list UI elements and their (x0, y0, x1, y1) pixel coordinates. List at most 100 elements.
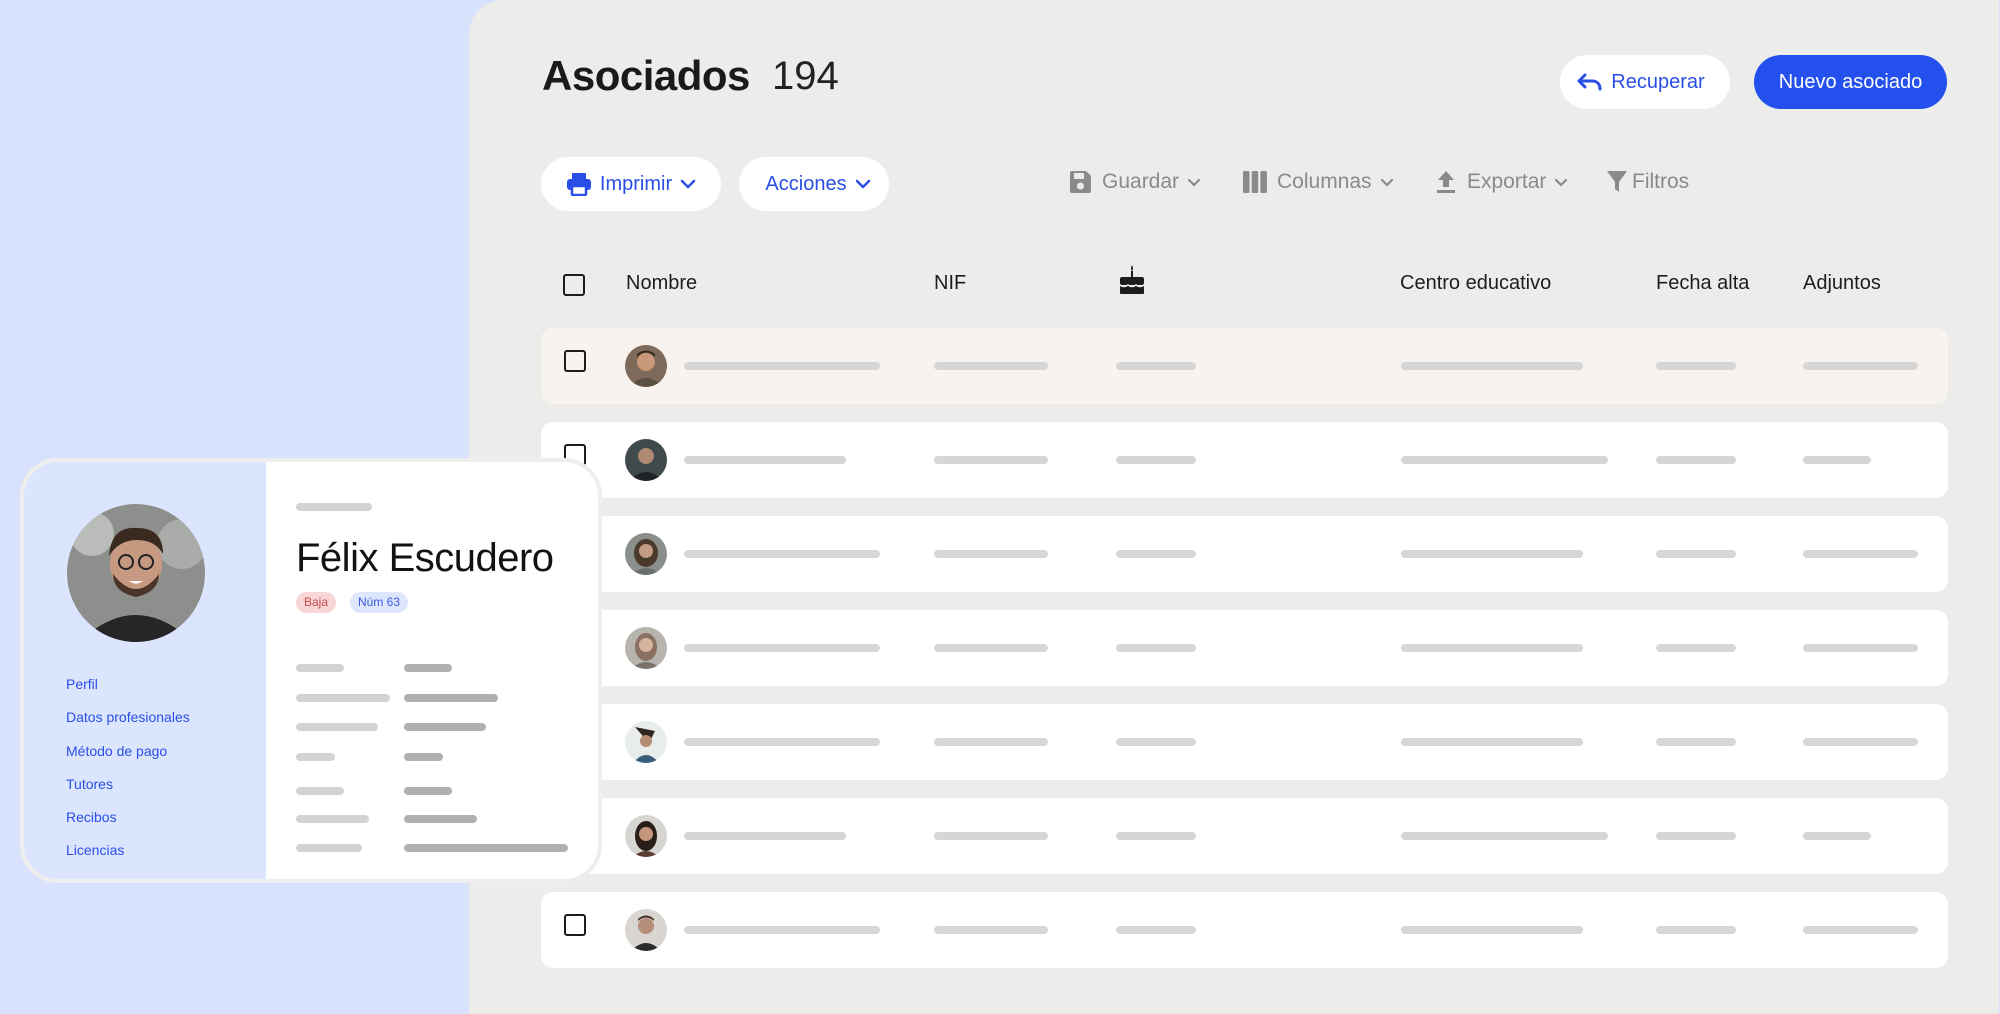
nif-placeholder (934, 926, 1048, 934)
birthday-placeholder (1116, 832, 1196, 840)
nif-placeholder (934, 644, 1048, 652)
field-label-placeholder (296, 664, 344, 672)
table-row[interactable] (541, 422, 1948, 498)
avatar (625, 345, 667, 387)
status-badge: Baja (296, 592, 337, 613)
floppy-disk-icon (1070, 171, 1091, 193)
column-header-join-date[interactable]: Fecha alta (1656, 272, 1749, 295)
save-label: Guardar (1102, 170, 1180, 193)
actions-dropdown[interactable]: Acciones (739, 157, 889, 211)
school-placeholder (1401, 550, 1583, 558)
export-label: Exportar (1467, 170, 1547, 193)
table-row[interactable] (541, 328, 1948, 404)
name-placeholder (684, 644, 880, 652)
column-header-nif[interactable]: NIF (934, 272, 966, 295)
table-row[interactable] (541, 610, 1948, 686)
undo-icon (1577, 73, 1602, 91)
profile-nav-perfil[interactable]: Perfil (66, 676, 98, 692)
profile-nav-licenses[interactable]: Licencias (66, 842, 124, 858)
field-label-placeholder (296, 844, 362, 852)
field-label-placeholder (296, 815, 369, 823)
birthday-placeholder (1116, 926, 1196, 934)
school-placeholder (1401, 362, 1583, 370)
recover-button[interactable]: Recuperar (1560, 55, 1730, 109)
table-row[interactable] (541, 704, 1948, 780)
nif-placeholder (934, 738, 1048, 746)
table-row[interactable] (541, 798, 1948, 874)
field-value-placeholder (404, 815, 477, 823)
print-dropdown[interactable]: Imprimir (541, 157, 721, 211)
column-header-birthday[interactable] (1119, 264, 1145, 300)
nif-placeholder (934, 456, 1048, 464)
save-dropdown[interactable]: Guardar (1068, 165, 1201, 199)
birthday-placeholder (1116, 456, 1196, 464)
filter-icon (1607, 171, 1627, 192)
birthday-placeholder (1116, 550, 1196, 558)
name-placeholder (684, 832, 846, 840)
select-all-checkbox[interactable] (563, 274, 585, 296)
field-value-placeholder (404, 723, 486, 731)
table-row[interactable] (541, 516, 1948, 592)
attachments-placeholder (1803, 644, 1918, 652)
print-label: Imprimir (599, 172, 673, 195)
attachments-placeholder (1803, 456, 1871, 464)
profile-nav-receipts[interactable]: Recibos (66, 809, 117, 825)
column-header-name[interactable]: Nombre (626, 272, 697, 295)
join-date-placeholder (1656, 738, 1736, 746)
row-checkbox[interactable] (564, 350, 586, 372)
avatar (625, 815, 667, 857)
field-value-placeholder (404, 787, 452, 795)
school-placeholder (1401, 456, 1608, 464)
school-placeholder (1401, 644, 1583, 652)
join-date-placeholder (1656, 926, 1736, 934)
chevron-down-icon (1187, 178, 1201, 187)
avatar (625, 439, 667, 481)
chevron-down-icon (855, 179, 870, 189)
printer-icon (566, 173, 591, 196)
table-row[interactable] (541, 892, 1948, 968)
column-header-school[interactable]: Centro educativo (1400, 272, 1551, 295)
avatar (625, 533, 667, 575)
birthday-placeholder (1116, 738, 1196, 746)
profile-name: Félix Escudero (296, 536, 554, 580)
chevron-down-icon (1380, 178, 1393, 187)
join-date-placeholder (1656, 832, 1736, 840)
nif-placeholder (934, 550, 1048, 558)
filters-label: Filtros (1632, 170, 1690, 193)
attachments-placeholder (1803, 738, 1918, 746)
birthday-placeholder (1116, 362, 1196, 370)
join-date-placeholder (1656, 456, 1736, 464)
row-checkbox[interactable] (564, 914, 586, 936)
actions-label: Acciones (765, 172, 847, 195)
avatar (625, 909, 667, 951)
export-dropdown[interactable]: Exportar (1435, 165, 1568, 199)
avatar (625, 721, 667, 763)
columns-icon (1243, 171, 1267, 193)
field-value-placeholder (404, 753, 443, 761)
field-value-placeholder (404, 664, 452, 672)
school-placeholder (1401, 832, 1608, 840)
profile-nav-payment[interactable]: Método de pago (66, 743, 167, 759)
member-number-badge: Núm 63 (350, 592, 409, 613)
new-member-button[interactable]: Nuevo asociado (1754, 55, 1947, 109)
new-member-label: Nuevo asociado (1778, 70, 1923, 93)
profile-nav-professional[interactable]: Datos profesionales (66, 709, 190, 725)
profile-nav-tutors[interactable]: Tutores (66, 776, 113, 792)
upload-icon (1437, 171, 1455, 193)
recover-label: Recuperar (1611, 70, 1705, 93)
nif-placeholder (934, 362, 1048, 370)
column-header-attachments[interactable]: Adjuntos (1803, 272, 1881, 295)
record-count: 194 (772, 54, 839, 98)
page-title: Asociados (542, 52, 750, 99)
attachments-placeholder (1803, 550, 1918, 558)
chevron-down-icon (680, 179, 696, 189)
attachments-placeholder (1803, 362, 1918, 370)
columns-label: Columnas (1277, 170, 1372, 193)
columns-dropdown[interactable]: Columnas (1243, 165, 1394, 199)
nif-placeholder (934, 832, 1048, 840)
field-value-placeholder (404, 844, 568, 852)
attachments-placeholder (1803, 926, 1918, 934)
field-label-placeholder (296, 753, 335, 761)
filters-button[interactable]: Filtros (1606, 165, 1697, 199)
field-value-placeholder (404, 694, 498, 702)
